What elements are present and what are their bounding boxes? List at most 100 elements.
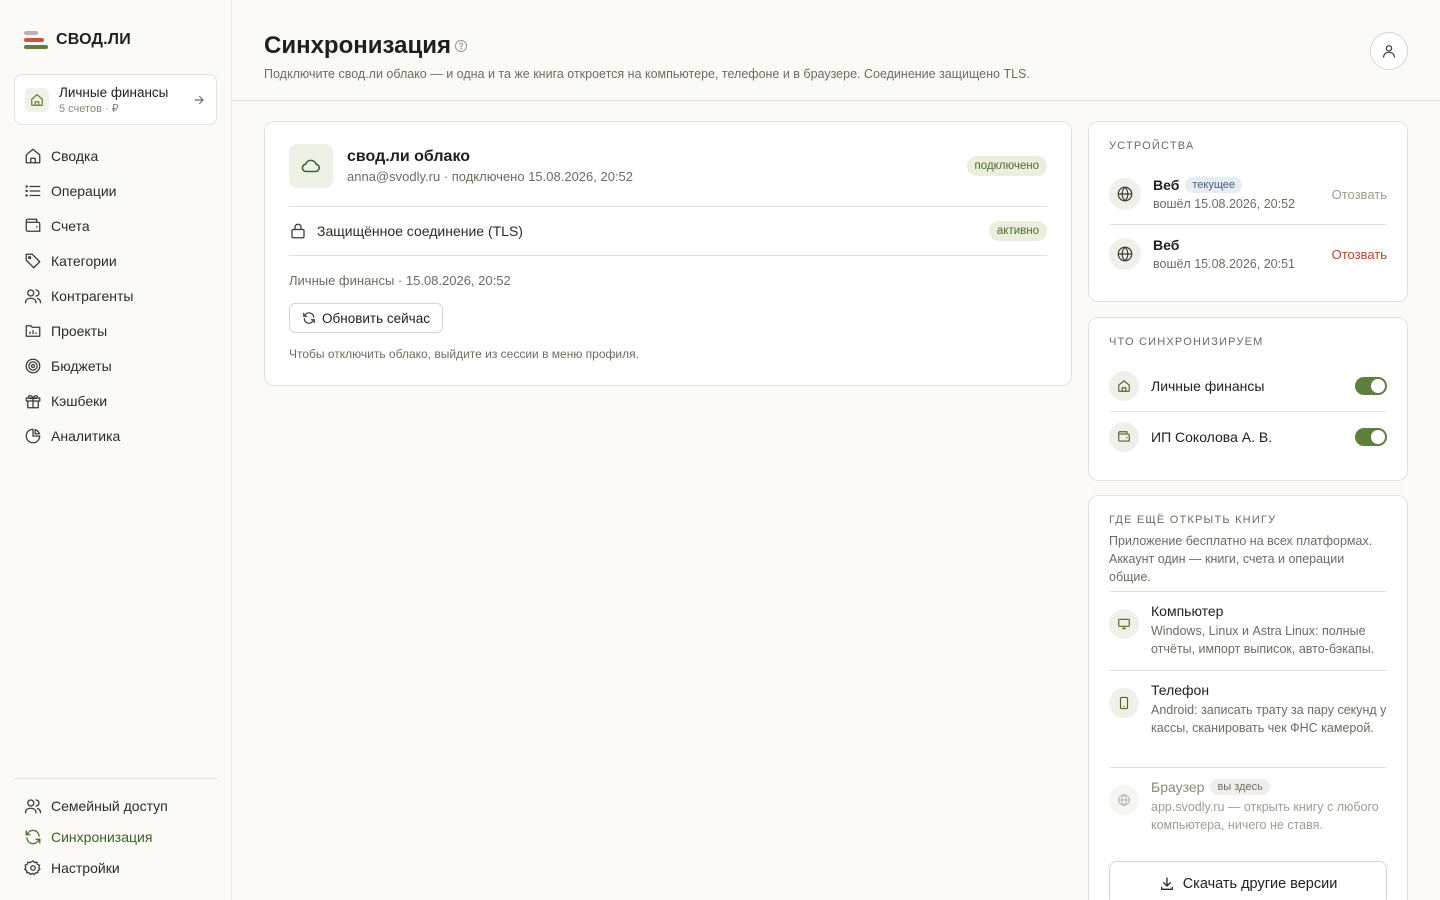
download-label: Скачать другие версии	[1182, 876, 1338, 892]
tls-label: Защищённое соединение (TLS)	[317, 223, 523, 239]
divider	[1109, 670, 1387, 671]
home-icon	[25, 87, 49, 112]
platform-row-phone[interactable]: Телефон Android: записать трату за пару …	[1109, 682, 1391, 737]
lock-icon	[291, 223, 305, 239]
arrow-right-icon	[192, 93, 206, 107]
platform-row-browser: Браузер вы здесь app.svodly.ru — открыть…	[1109, 779, 1391, 834]
cloud-card: свод.ли облако anna@svodly.ru · подключе…	[264, 121, 1072, 386]
nav-item-accounts[interactable]: Счета	[14, 208, 217, 243]
nav-item-summary[interactable]: Сводка	[14, 138, 217, 173]
page-header: Синхронизация Подключите свод.ли облако …	[232, 0, 1440, 101]
profile-button[interactable]	[1370, 32, 1408, 70]
sync-selection-title: ЧТО СИНХРОНИЗИРУЕМ	[1109, 336, 1264, 348]
cloud-icon	[289, 144, 333, 188]
nav-item-categories[interactable]: Категории	[14, 243, 217, 278]
nav-label: Кэшбеки	[51, 392, 108, 409]
other-platforms-title: ГДЕ ЕЩЁ ОТКРЫТЬ КНИГУ	[1109, 514, 1277, 526]
nav-item-cashbacks[interactable]: Кэшбеки	[14, 383, 217, 418]
nav-item-family-access[interactable]: Семейный доступ	[14, 790, 217, 821]
platform-description: app.svodly.ru — открыть книгу с любого к…	[1151, 800, 1379, 832]
revoke-button[interactable]: Отозвать	[1332, 187, 1387, 202]
nav-label: Счета	[51, 217, 90, 234]
sync-book-label: ИП Соколова А. В.	[1151, 429, 1273, 445]
nav-label: Синхронизация	[51, 828, 153, 845]
nav-label: Проекты	[51, 322, 108, 339]
globe-icon	[1109, 238, 1141, 270]
nav-item-settings[interactable]: Настройки	[14, 852, 217, 883]
wallet-icon	[25, 218, 41, 232]
nav-label: Операции	[51, 182, 117, 199]
sync-selection-card: ЧТО СИНХРОНИЗИРУЕМ Личные финансы ИП Сок…	[1088, 317, 1408, 481]
sync-book-meta: Личные финансы · 15.08.2026, 20:52	[289, 273, 511, 288]
sidebar: СВОД.ЛИ Личные финансы 5 счетов · ₽ Свод…	[0, 0, 232, 900]
sync-toggle[interactable]	[1355, 428, 1387, 446]
pie-chart-icon	[25, 428, 41, 443]
user-icon	[1383, 45, 1395, 58]
refresh-icon	[303, 312, 315, 324]
device-login-time: вошёл 15.08.2026, 20:52	[1153, 197, 1295, 211]
divider	[1109, 591, 1387, 592]
wallet-icon	[1109, 422, 1139, 452]
nav-item-budgets[interactable]: Бюджеты	[14, 348, 217, 383]
nav-item-projects[interactable]: Проекты	[14, 313, 217, 348]
nav-label: Категории	[51, 252, 117, 269]
divider	[289, 206, 1047, 207]
book-title: Личные финансы	[59, 84, 169, 100]
users-icon	[24, 288, 42, 303]
secondary-nav: Семейный доступ Синхронизация Настройки	[14, 790, 217, 883]
tag-icon	[25, 253, 41, 268]
page-subtitle: Подключите свод.ли облако — и одна и та …	[264, 67, 1030, 81]
sync-book-label: Личные финансы	[1151, 378, 1265, 394]
device-name: Веб	[1153, 177, 1180, 193]
sync-icon	[25, 829, 41, 844]
device-login-time: вошёл 15.08.2026, 20:51	[1153, 257, 1295, 271]
home-icon	[25, 148, 41, 163]
nav-label: Семейный доступ	[51, 797, 168, 814]
nav-label: Настройки	[51, 859, 120, 876]
list-icon	[25, 184, 41, 197]
gear-icon	[24, 859, 41, 875]
divider	[1109, 767, 1387, 768]
divider	[289, 255, 1047, 256]
nav-label: Сводка	[51, 147, 99, 164]
divider	[1109, 224, 1387, 225]
nav-label: Бюджеты	[51, 357, 112, 374]
other-platforms-intro: Приложение бесплатно на всех платформах.…	[1109, 534, 1373, 584]
sync-toggle[interactable]	[1355, 377, 1387, 395]
refresh-now-button[interactable]: Обновить сейчас	[289, 303, 443, 333]
app-name: СВОД.ЛИ	[56, 31, 131, 48]
target-icon	[25, 358, 41, 373]
nav-item-analytics[interactable]: Аналитика	[14, 418, 217, 453]
device-row: Веб вошёл 15.08.2026, 20:51 Отозвать	[1109, 228, 1387, 280]
current-device-badge: текущее	[1185, 177, 1242, 193]
page-title: Синхронизация	[264, 32, 451, 59]
globe-icon	[1109, 785, 1139, 815]
book-switcher[interactable]: Личные финансы 5 счетов · ₽	[14, 74, 217, 125]
nav-item-counterparties[interactable]: Контрагенты	[14, 278, 217, 313]
nav-item-operations[interactable]: Операции	[14, 173, 217, 208]
tls-status-badge: активно	[988, 221, 1047, 241]
platform-row-desktop[interactable]: Компьютер Windows, Linux и Astra Linux: …	[1109, 603, 1391, 658]
devices-title: УСТРОЙСТВА	[1109, 140, 1195, 152]
logo-mark-icon	[24, 30, 48, 50]
device-row: Веб текущее вошёл 15.08.2026, 20:52 Отоз…	[1109, 168, 1387, 220]
gift-icon	[25, 394, 41, 408]
sync-book-row: ИП Соколова А. В.	[1109, 421, 1387, 453]
help-icon[interactable]	[454, 39, 468, 53]
sync-book-row: Личные финансы	[1109, 370, 1387, 402]
platform-description: Android: записать трату за пару секунд у…	[1151, 703, 1387, 735]
platform-description: Windows, Linux и Astra Linux: полные отч…	[1151, 624, 1375, 656]
divider	[1109, 411, 1387, 412]
monitor-icon	[1109, 609, 1139, 639]
tls-row: Защищённое соединение (TLS)	[289, 222, 523, 240]
download-other-versions-button[interactable]: Скачать другие версии	[1109, 861, 1387, 900]
you-are-here-badge: вы здесь	[1210, 779, 1270, 795]
globe-icon	[1109, 178, 1141, 210]
platform-name: Компьютер	[1151, 603, 1224, 619]
nav-item-sync[interactable]: Синхронизация	[14, 821, 217, 852]
cloud-disconnect-note: Чтобы отключить облако, выйдите из сесси…	[289, 347, 639, 361]
devices-card: УСТРОЙСТВА Веб текущее вошёл 15.08.2026,…	[1088, 121, 1408, 302]
cloud-title: свод.ли облако	[347, 148, 471, 165]
revoke-button[interactable]: Отозвать	[1332, 247, 1387, 262]
app-logo[interactable]: СВОД.ЛИ	[24, 30, 131, 50]
